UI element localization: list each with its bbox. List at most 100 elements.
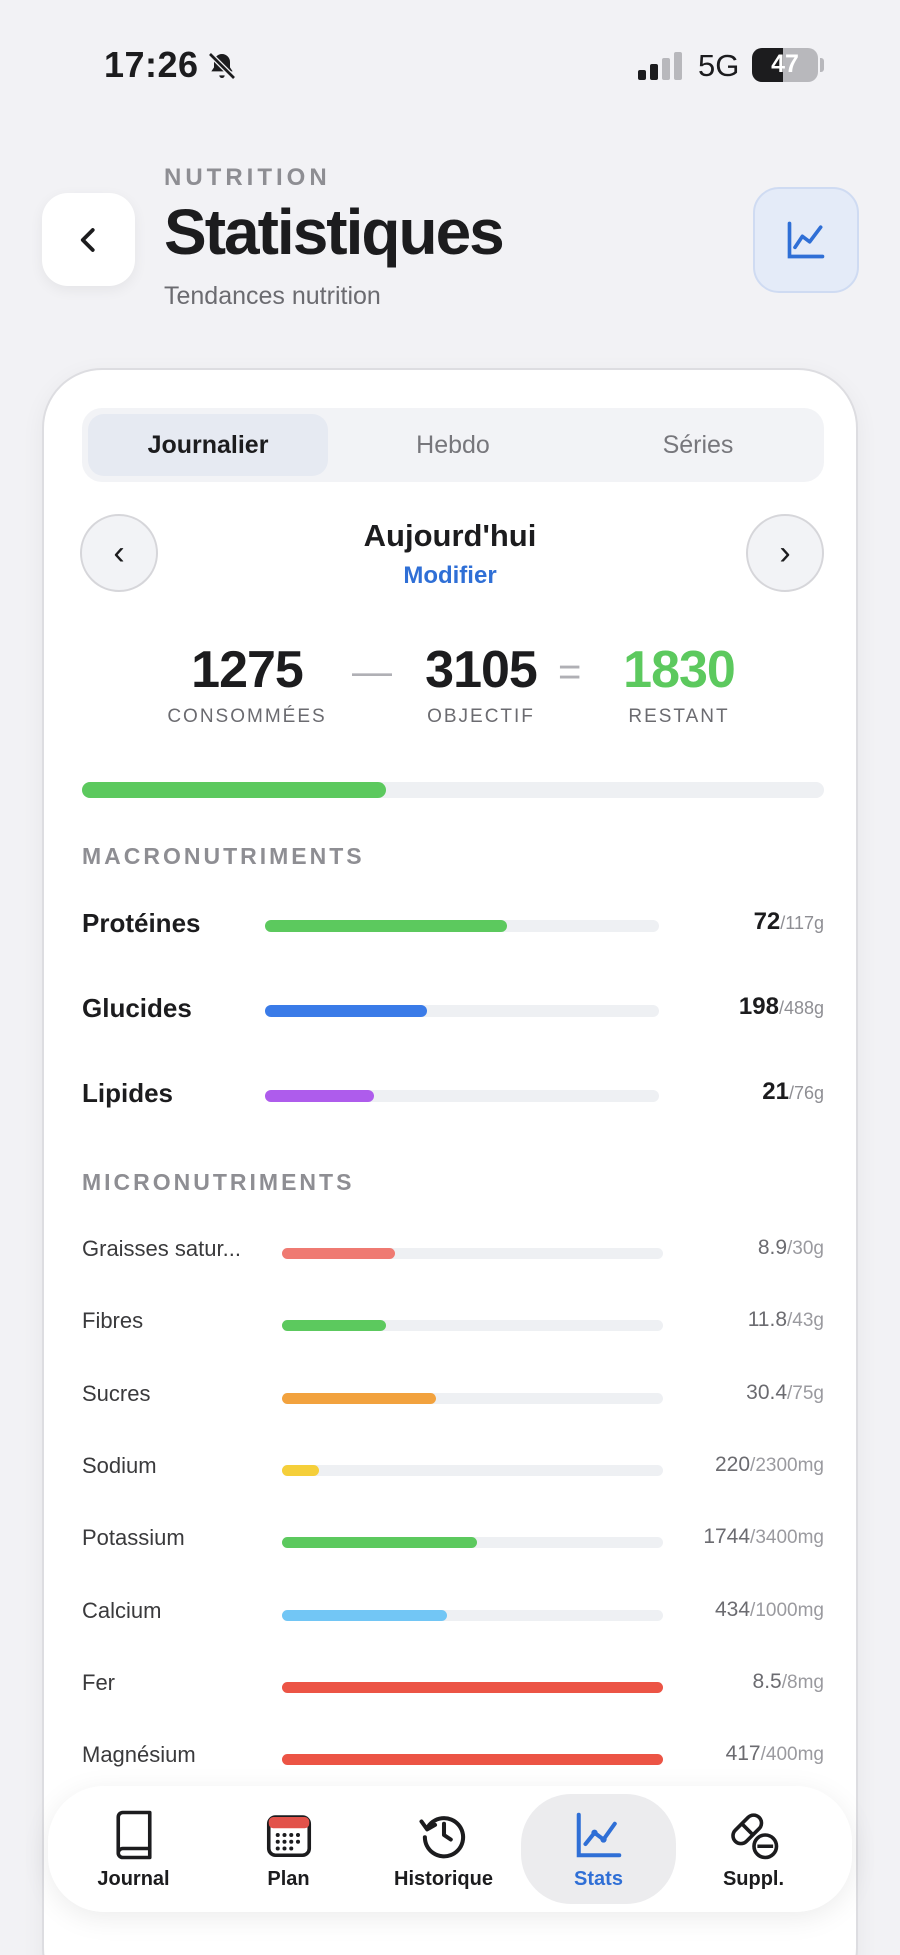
tab-hebdo[interactable]: Hebdo bbox=[333, 414, 573, 476]
history-icon bbox=[418, 1815, 465, 1858]
page-eyebrow: NUTRITION bbox=[164, 164, 331, 191]
micro-amount: 220 bbox=[715, 1452, 751, 1476]
macro-progress-bar bbox=[265, 920, 659, 932]
micro-name: Sodium bbox=[82, 1452, 157, 1478]
tab-plan[interactable]: Plan bbox=[211, 1794, 366, 1904]
macro-goal: /76g bbox=[788, 1083, 824, 1103]
micro-goal: /43g bbox=[787, 1310, 824, 1332]
minus-sign: — bbox=[352, 650, 392, 694]
micro-progress-bar bbox=[282, 1537, 663, 1549]
macro-name: Glucides bbox=[82, 993, 192, 1023]
micro-progress-fill bbox=[282, 1392, 437, 1404]
tab-label: Plan bbox=[267, 1867, 310, 1890]
page-title: Statistiques bbox=[164, 196, 505, 268]
remaining-label: RESTANT bbox=[628, 706, 730, 727]
micro-row: Graisses satur... 8.9/30g bbox=[82, 1232, 824, 1268]
book-icon bbox=[115, 1810, 152, 1859]
back-button[interactable] bbox=[42, 193, 135, 286]
micro-amount: 8.5 bbox=[752, 1669, 782, 1693]
tab-label: Suppl. bbox=[722, 1867, 785, 1890]
tab-series[interactable]: Séries bbox=[578, 414, 818, 476]
micro-goal: /400mg bbox=[760, 1744, 824, 1766]
micro-progress-fill bbox=[282, 1464, 319, 1476]
micro-amount: 417 bbox=[725, 1742, 761, 1766]
micro-name: Potassium bbox=[82, 1525, 185, 1551]
page-subtitle: Tendances nutrition bbox=[164, 282, 381, 310]
tab-label: Historique bbox=[394, 1867, 493, 1890]
micro-name: Magnésium bbox=[82, 1742, 196, 1768]
micro-value: 417/400mg bbox=[726, 1742, 824, 1766]
chart-button[interactable] bbox=[753, 187, 859, 293]
micro-progress-bar bbox=[282, 1464, 663, 1476]
macro-row: Protéines 72/117g bbox=[82, 904, 824, 944]
macro-progress-fill bbox=[265, 920, 508, 932]
micro-progress-fill bbox=[282, 1320, 387, 1332]
micro-progress-fill bbox=[282, 1754, 663, 1766]
goal-stat: 3105 OBJECTIF bbox=[406, 640, 556, 728]
macro-progress-fill bbox=[265, 1090, 374, 1102]
micro-value: 434/1000mg bbox=[715, 1598, 824, 1622]
status-time: 17:26 bbox=[104, 44, 199, 85]
date-label: Aujourd'hui bbox=[363, 518, 537, 553]
micros-section-title: MICRONUTRIMENTS bbox=[82, 1169, 355, 1195]
micro-progress-bar bbox=[282, 1248, 663, 1259]
micro-name: Sucres bbox=[82, 1380, 151, 1406]
macros-section-title: MACRONUTRIMENTS bbox=[82, 843, 365, 869]
micro-value: 8.5/8mg bbox=[753, 1670, 824, 1694]
micro-value: 1744/3400mg bbox=[703, 1525, 824, 1549]
micro-progress-bar bbox=[282, 1320, 663, 1332]
micro-row: Fer 8.5/8mg bbox=[82, 1666, 824, 1702]
network-type: 5G bbox=[698, 48, 740, 83]
macro-value: 72/117g bbox=[754, 908, 824, 936]
battery-tip bbox=[820, 58, 824, 72]
tab-journalier[interactable]: Journalier bbox=[88, 414, 328, 476]
macro-row: Lipides 21/76g bbox=[82, 1074, 824, 1114]
micro-goal: /75g bbox=[787, 1382, 824, 1404]
micro-value: 220/2300mg bbox=[715, 1453, 824, 1477]
micro-row: Magnésium 417/400mg bbox=[82, 1738, 824, 1774]
bottom-tab-bar: Journal Plan Historique Stats Suppl. bbox=[48, 1786, 852, 1912]
chevron-left-icon bbox=[80, 227, 95, 252]
tab-suppl[interactable]: Suppl. bbox=[676, 1794, 831, 1904]
date-edit-link[interactable]: Modifier bbox=[44, 562, 856, 590]
macro-value: 198/488g bbox=[739, 993, 824, 1021]
consumed-value: 1275 bbox=[191, 641, 304, 699]
calorie-progress-fill bbox=[82, 782, 387, 798]
micro-goal: /8mg bbox=[781, 1671, 824, 1693]
tab-label: Stats bbox=[574, 1867, 623, 1890]
chart-line-icon bbox=[787, 221, 825, 259]
micro-goal: /30g bbox=[787, 1238, 824, 1259]
calorie-progress-bar bbox=[82, 782, 824, 798]
signal-icon bbox=[638, 52, 682, 80]
tab-stats[interactable]: Stats bbox=[521, 1794, 676, 1904]
macro-progress-fill bbox=[265, 1005, 427, 1017]
macro-row: Glucides 198/488g bbox=[82, 989, 824, 1029]
tab-label: Journal bbox=[97, 1867, 170, 1890]
micro-goal: /2300mg bbox=[750, 1454, 824, 1476]
macro-goal: /488g bbox=[778, 998, 824, 1018]
next-day-button[interactable]: › bbox=[746, 514, 824, 592]
stats-card: Journalier Hebdo Séries ‹ Aujourd'hui Mo… bbox=[42, 368, 858, 1955]
consumed-label: CONSOMMÉES bbox=[167, 706, 327, 727]
micro-amount: 434 bbox=[715, 1597, 751, 1621]
micro-progress-bar bbox=[282, 1392, 663, 1404]
tab-historique[interactable]: Historique bbox=[366, 1794, 521, 1904]
macro-goal: /117g bbox=[780, 913, 824, 933]
micro-amount: 1744 bbox=[703, 1525, 751, 1549]
bell-slash-icon bbox=[208, 52, 236, 80]
micro-amount: 30.4 bbox=[746, 1380, 788, 1404]
remaining-stat: 1830 RESTANT bbox=[604, 640, 754, 728]
battery-level: 47 bbox=[771, 50, 799, 78]
tab-journal[interactable]: Journal bbox=[56, 1794, 211, 1904]
micro-row: Calcium 434/1000mg bbox=[82, 1594, 824, 1630]
micro-progress-fill bbox=[282, 1248, 396, 1259]
macro-progress-bar bbox=[265, 1005, 659, 1017]
macro-value: 21/76g bbox=[762, 1078, 824, 1106]
battery-icon: 47 bbox=[752, 48, 818, 82]
macro-amount: 21 bbox=[762, 1078, 789, 1105]
micro-row: Sodium 220/2300mg bbox=[82, 1449, 824, 1485]
goal-label: OBJECTIF bbox=[427, 706, 535, 727]
micro-progress-bar bbox=[282, 1754, 663, 1766]
macro-name: Protéines bbox=[82, 908, 201, 938]
micro-name: Fibres bbox=[82, 1308, 144, 1334]
